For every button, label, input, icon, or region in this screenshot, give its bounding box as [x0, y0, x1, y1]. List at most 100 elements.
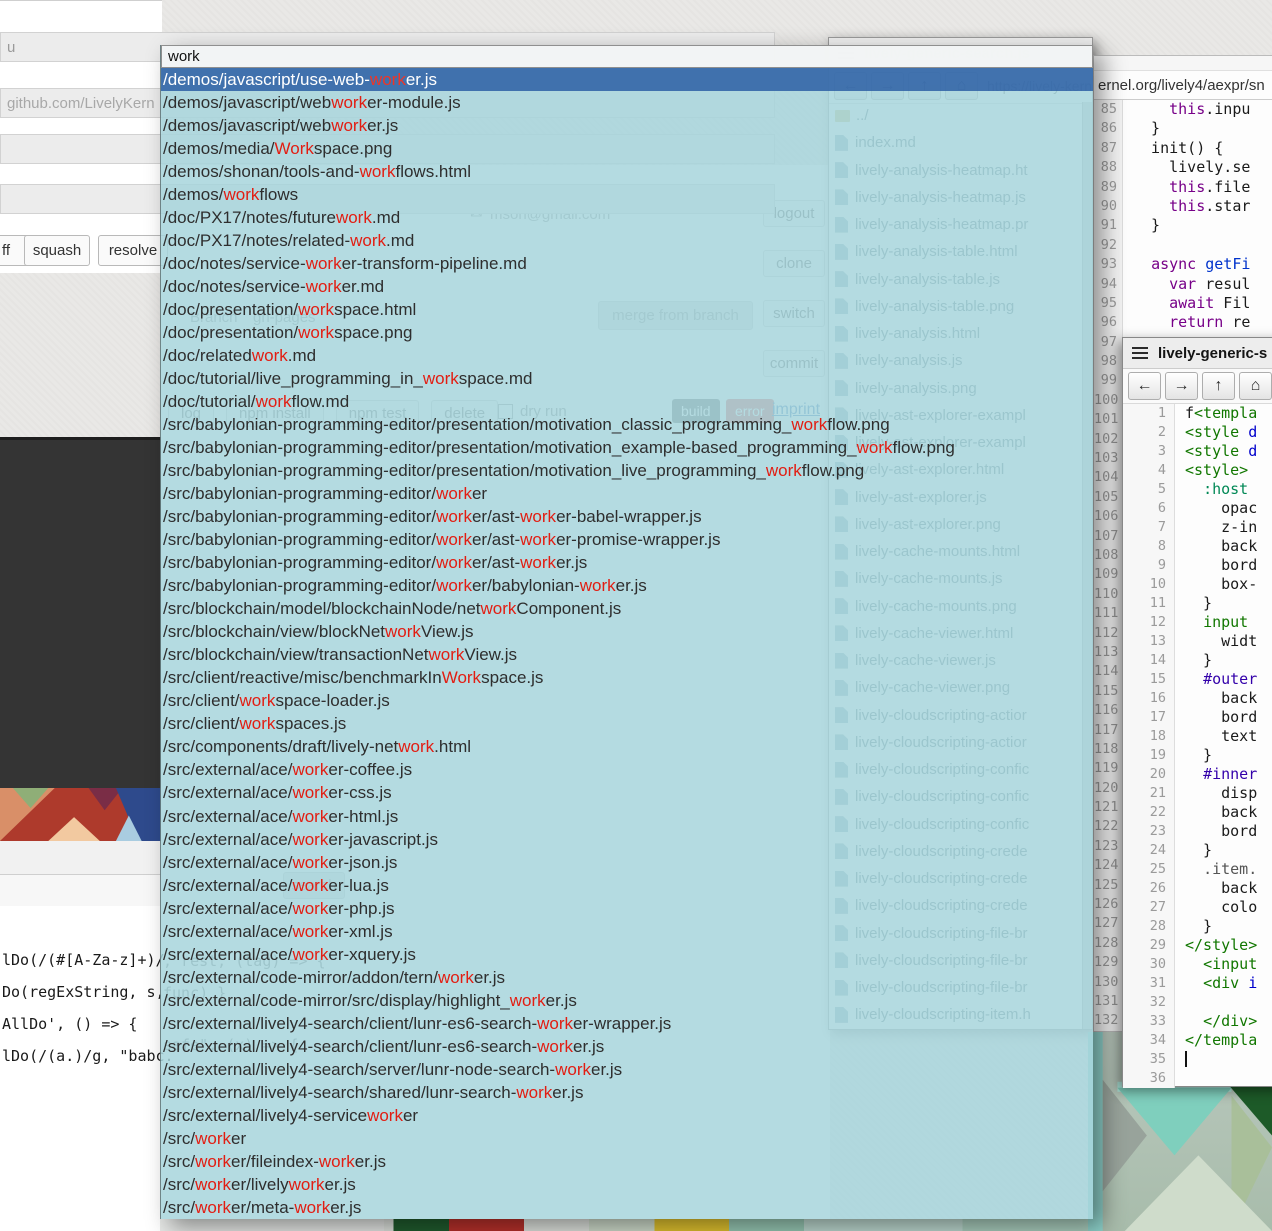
quick-open-item[interactable]: /src/babylonian-programming-editor/worke… — [161, 482, 1093, 505]
line-number: 118 — [1094, 740, 1123, 759]
quick-open-item[interactable]: /doc/relatedwork.md — [161, 344, 1093, 367]
code-browser-titlebar[interactable] — [1094, 56, 1272, 70]
quick-open-item[interactable]: /src/external/lively4-serviceworker — [161, 1104, 1093, 1127]
quick-open-item[interactable]: /src/external/ace/worker-json.js — [161, 851, 1093, 874]
quick-open-item[interactable]: /src/client/workspace-loader.js — [161, 689, 1093, 712]
quick-open-item[interactable]: /src/external/lively4-search/shared/lunr… — [161, 1081, 1093, 1104]
code-line: 93 async getFi — [1094, 255, 1272, 274]
quick-open-item[interactable]: /src/babylonian-programming-editor/worke… — [161, 551, 1093, 574]
code-line: 94 var resul — [1094, 275, 1272, 294]
line-number: 30 — [1123, 955, 1175, 974]
quick-open-item[interactable]: /demos/workflows — [161, 183, 1093, 206]
code-line: 15 #outer — [1123, 670, 1272, 689]
quick-open-item[interactable]: /demos/javascript/webworker-module.js — [161, 91, 1093, 114]
forward-button[interactable]: → — [1165, 372, 1198, 400]
template-editor-navbar: ← → ↑ ⌂ — [1123, 369, 1272, 404]
quick-open-item[interactable]: /doc/PX17/notes/related-work.md — [161, 229, 1093, 252]
url-input[interactable]: ernel.org/lively4/aexpr/sn — [1094, 70, 1272, 100]
quick-open-item[interactable]: /src/client/workspaces.js — [161, 712, 1093, 735]
code-line: 95 await Fil — [1094, 294, 1272, 313]
line-number: 105 — [1094, 488, 1123, 507]
line-number: 13 — [1123, 632, 1175, 651]
quick-open-item[interactable]: /demos/javascript/use-web-worker.js — [161, 68, 1093, 91]
quick-open-item[interactable]: /src/blockchain/model/blockchainNode/net… — [161, 597, 1093, 620]
code-line: 89 this.file — [1094, 178, 1272, 197]
quick-open-item[interactable]: /src/worker — [161, 1127, 1093, 1150]
line-number: 4 — [1123, 461, 1175, 480]
quick-open-item[interactable]: /src/worker/fileindex-worker.js — [161, 1150, 1093, 1173]
resolve-button[interactable]: resolve — [98, 235, 168, 266]
quick-open-item[interactable]: /src/external/ace/worker-lua.js — [161, 874, 1093, 897]
code-line: 24 } — [1123, 841, 1272, 860]
quick-open-item[interactable]: /src/babylonian-programming-editor/prese… — [161, 413, 1093, 436]
quick-open-item[interactable]: /src/blockchain/view/transactionNetworkV… — [161, 643, 1093, 666]
quick-open-item[interactable]: /src/external/lively4-search/client/lunr… — [161, 1012, 1093, 1035]
code-line: 35 — [1123, 1050, 1272, 1069]
line-number: 14 — [1123, 651, 1175, 670]
quick-open-item[interactable]: /doc/tutorial/live_programming_in_worksp… — [161, 367, 1093, 390]
code-line: AllDo', () => { — [2, 1015, 137, 1033]
quick-open-item[interactable]: /src/babylonian-programming-editor/prese… — [161, 436, 1093, 459]
quick-open-item[interactable]: /src/external/code-mirror/addon/tern/wor… — [161, 966, 1093, 989]
line-number: 103 — [1094, 449, 1123, 468]
quick-open-item[interactable]: /src/external/ace/worker-coffee.js — [161, 758, 1093, 781]
quick-open-item[interactable]: /src/babylonian-programming-editor/worke… — [161, 505, 1093, 528]
quick-open-item[interactable]: /src/external/ace/worker-php.js — [161, 897, 1093, 920]
quick-open-item[interactable]: /doc/notes/service-worker.md — [161, 275, 1093, 298]
line-number: 96 — [1094, 313, 1123, 332]
quick-open-item[interactable]: /src/external/code-mirror/src/display/hi… — [161, 989, 1093, 1012]
line-number: 127 — [1094, 914, 1123, 933]
quick-open-item[interactable]: /src/components/draft/lively-network.htm… — [161, 735, 1093, 758]
line-number: 119 — [1094, 759, 1123, 778]
quick-open-item[interactable]: /src/external/lively4-search/server/lunr… — [161, 1058, 1093, 1081]
quick-open-item[interactable]: /demos/javascript/webworker.js — [161, 114, 1093, 137]
text-cursor — [1185, 1051, 1187, 1067]
line-number: 107 — [1094, 527, 1123, 546]
quick-open-item[interactable]: /src/external/ace/worker-html.js — [161, 805, 1093, 828]
template-editor-titlebar[interactable]: lively-generic-s — [1123, 338, 1272, 369]
line-number: 122 — [1094, 817, 1123, 836]
home-button[interactable]: ⌂ — [1239, 372, 1272, 400]
quick-open-item[interactable]: /src/worker/livelyworker.js — [161, 1173, 1093, 1196]
quick-open-item[interactable]: /src/external/ace/worker-xquery.js — [161, 943, 1093, 966]
line-number: 22 — [1123, 803, 1175, 822]
workspace-code-panel[interactable]: lDo(/(#[A-Za-z]+)/ Do(regExString, s, Al… — [0, 906, 161, 1231]
code-editor[interactable]: 1f<templa2<style d3<style d4<style>5 :ho… — [1123, 404, 1272, 1088]
quick-open-item[interactable]: /src/external/ace/worker-javascript.js — [161, 828, 1093, 851]
line-number: 111 — [1094, 604, 1123, 623]
quick-open-item[interactable]: /src/babylonian-programming-editor/prese… — [161, 459, 1093, 482]
code-line: 29</style> — [1123, 936, 1272, 955]
line-number: 87 — [1094, 139, 1123, 158]
quick-open-item[interactable]: /demos/media/Workspace.png — [161, 137, 1093, 160]
quick-open-item[interactable]: /doc/notes/service-worker-transform-pipe… — [161, 252, 1093, 275]
quick-open-item[interactable]: /src/external/lively4-search/client/lunr… — [161, 1035, 1093, 1058]
quick-open-item[interactable]: /doc/tutorial/workflow.md — [161, 390, 1093, 413]
line-number: 131 — [1094, 992, 1123, 1011]
panel-bar — [0, 875, 161, 907]
quick-open-item[interactable]: /demos/shonan/tools-and-workflows.html — [161, 160, 1093, 183]
quick-open-item[interactable]: /doc/PX17/notes/futurework.md — [161, 206, 1093, 229]
quick-open-item[interactable]: /src/external/ace/worker-css.js — [161, 781, 1093, 804]
line-number: 129 — [1094, 953, 1123, 972]
line-number: 12 — [1123, 613, 1175, 632]
quick-open-item[interactable]: /doc/presentation/workspace.png — [161, 321, 1093, 344]
quick-open-item[interactable]: /src/client/reactive/misc/benchmarkInWor… — [161, 666, 1093, 689]
quick-open-item[interactable]: /src/babylonian-programming-editor/worke… — [161, 574, 1093, 597]
quick-open-search-input[interactable] — [161, 45, 1093, 68]
line-number: 27 — [1123, 898, 1175, 917]
line-number: 10 — [1123, 575, 1175, 594]
back-button[interactable]: ← — [1128, 372, 1161, 400]
quick-open-item[interactable]: /src/blockchain/view/blockNetworkView.js — [161, 620, 1093, 643]
line-number: 21 — [1123, 784, 1175, 803]
quick-open-item[interactable]: /src/external/ace/worker-xml.js — [161, 920, 1093, 943]
up-button[interactable]: ↑ — [1202, 372, 1235, 400]
quick-open-item[interactable]: /src/babylonian-programming-editor/worke… — [161, 528, 1093, 551]
line-number: 1 — [1123, 404, 1175, 423]
menu-icon[interactable] — [1132, 347, 1148, 349]
line-number: 132 — [1094, 1011, 1123, 1030]
squash-button[interactable]: squash — [24, 235, 90, 266]
quick-open-item[interactable]: /doc/presentation/workspace.html — [161, 298, 1093, 321]
line-number: 94 — [1094, 275, 1123, 294]
quick-open-item[interactable]: /src/worker/meta-worker.js — [161, 1196, 1093, 1219]
line-number: 23 — [1123, 822, 1175, 841]
